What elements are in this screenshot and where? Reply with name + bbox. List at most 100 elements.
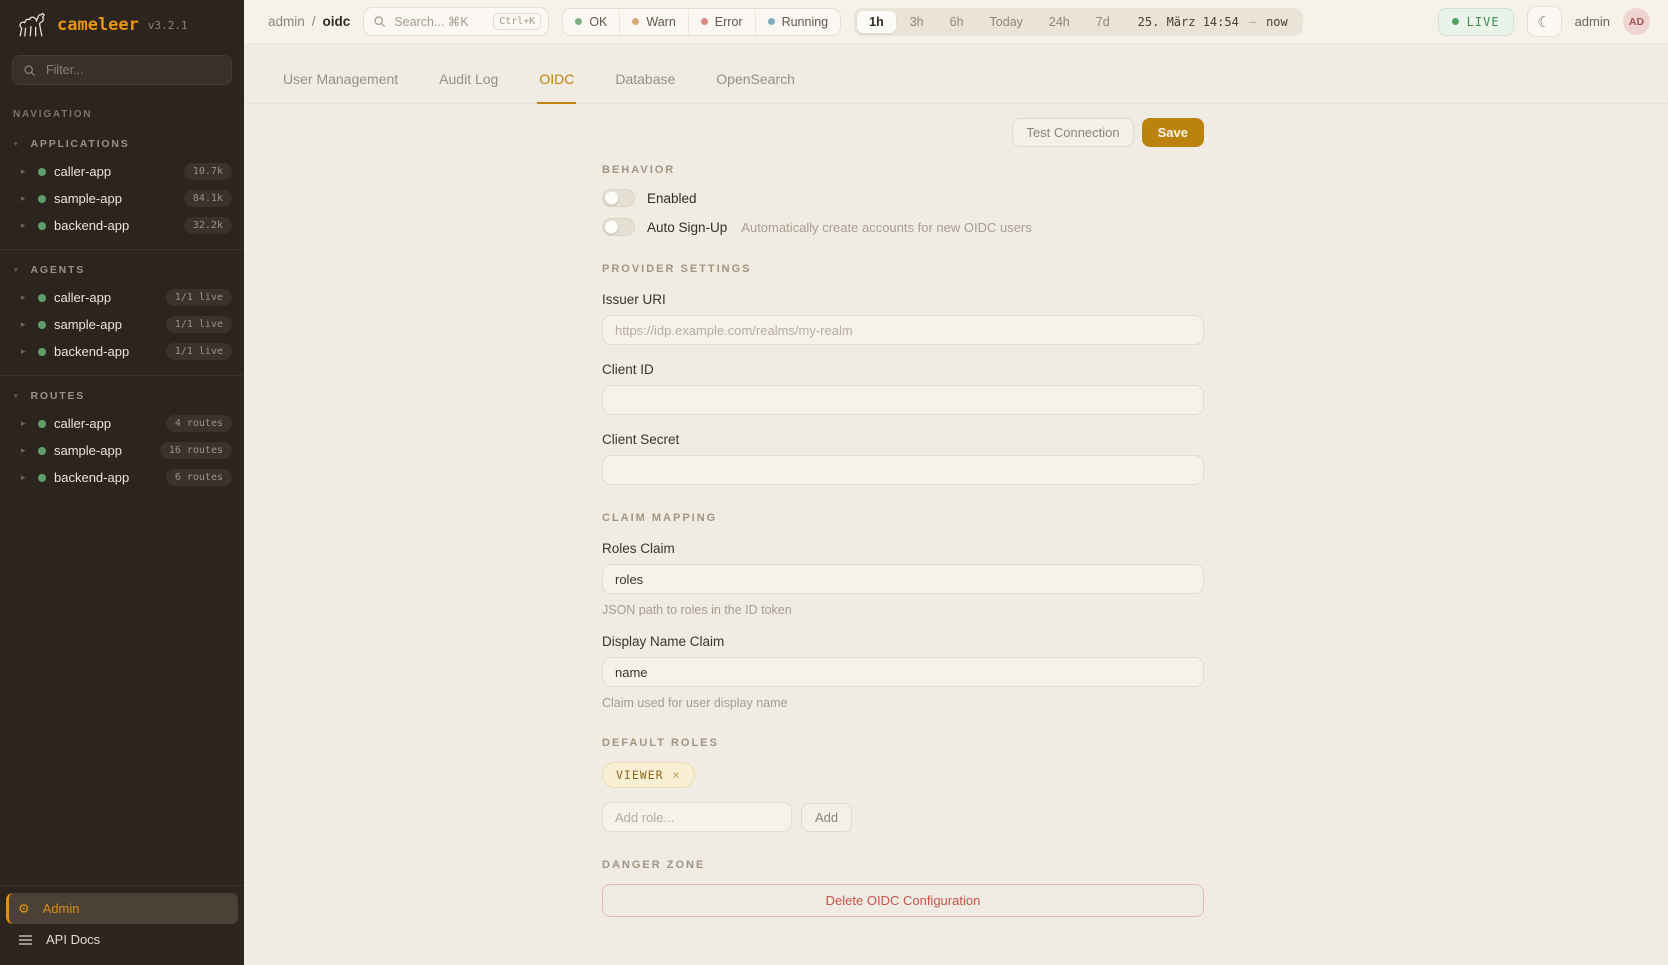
user-name: admin [1575,14,1610,29]
item-label: caller-app [54,416,158,431]
moon-icon: ☾ [1537,13,1550,31]
time-range-3h[interactable]: 3h [898,11,936,33]
toggle-knob [605,221,618,234]
sidebar-item-label: API Docs [46,932,100,947]
theme-toggle-button[interactable]: ☾ [1527,6,1562,37]
time-range-today[interactable]: Today [978,11,1035,33]
auto-signup-help: Automatically create accounts for new OI… [741,220,1031,235]
error-dot-icon [701,18,708,25]
tab-audit-log[interactable]: Audit Log [437,71,500,104]
sidebar-item-sample-app[interactable]: ▸ sample-app 84.1k [0,185,244,212]
sidebar-item-backend-app-routes[interactable]: ▸ backend-app 6 routes [0,464,244,491]
status-filter-error[interactable]: Error [688,9,755,35]
sidebar-item-admin[interactable]: ⚙ Admin [6,893,238,924]
item-badge: 1/1 live [166,343,232,360]
add-role-row: Add [602,802,1204,832]
default-roles-section-heading: DEFAULT ROLES [602,737,1204,749]
roles-claim-label: Roles Claim [602,541,1204,556]
tab-opensearch[interactable]: OpenSearch [714,71,797,104]
search-input[interactable] [392,14,487,30]
status-filter-warn[interactable]: Warn [619,9,687,35]
tab-oidc[interactable]: OIDC [537,71,576,104]
enabled-toggle[interactable] [602,189,635,207]
delete-oidc-configuration-button[interactable]: Delete OIDC Configuration [602,884,1204,917]
sidebar-item-sample-app-routes[interactable]: ▸ sample-app 16 routes [0,437,244,464]
app-title: cameleer [57,15,139,35]
sidebar-item-caller-app-routes[interactable]: ▸ caller-app 4 routes [0,410,244,437]
add-role-button[interactable]: Add [801,803,852,832]
status-dot [38,474,46,482]
breadcrumb-parent[interactable]: admin [268,14,305,29]
enabled-toggle-row: Enabled [602,189,1204,207]
sidebar-group-routes: ▾ ROUTES ▸ caller-app 4 routes ▸ sample-… [0,376,244,501]
time-start: 25. März 14:54 [1138,15,1239,29]
sidebar-item-label: Admin [43,901,80,916]
time-range-6h[interactable]: 6h [938,11,976,33]
time-range-7d[interactable]: 7d [1084,11,1122,33]
search-icon [373,15,386,28]
sidebar-item-caller-app-agent[interactable]: ▸ caller-app 1/1 live [0,284,244,311]
item-label: sample-app [54,191,176,206]
sidebar-group-agents: ▾ AGENTS ▸ caller-app 1/1 live ▸ sample-… [0,250,244,376]
app-version: v3.2.1 [148,19,188,32]
chevron-right-icon: ▸ [21,419,30,428]
status-dot [38,195,46,203]
claim-mapping-section-heading: CLAIM MAPPING [602,512,1204,524]
live-label: LIVE [1467,15,1500,29]
sidebar-item-backend-app[interactable]: ▸ backend-app 32.2k [0,212,244,239]
global-search[interactable]: Ctrl+K [363,7,549,36]
roles-claim-input[interactable] [602,564,1204,594]
sidebar-filter[interactable] [12,55,232,85]
group-header-routes[interactable]: ▾ ROUTES [0,384,244,410]
chevron-right-icon: ▸ [21,320,30,329]
client-id-input[interactable] [602,385,1204,415]
time-range-group: 1h 3h 6h Today 24h 7d 25. März 14:54 — n… [854,8,1303,36]
time-range-24h[interactable]: 24h [1037,11,1082,33]
group-header-agents[interactable]: ▾ AGENTS [0,258,244,284]
status-dot [38,168,46,176]
live-badge[interactable]: LIVE [1438,8,1514,36]
oidc-settings-panel: Test Connection Save BEHAVIOR Enabled Au… [244,105,1668,965]
item-badge: 4 routes [166,415,232,432]
auto-signup-toggle[interactable] [602,218,635,236]
group-header-applications[interactable]: ▾ APPLICATIONS [0,132,244,158]
issuer-uri-input[interactable] [602,315,1204,345]
status-filter-group: OK Warn Error Running [562,8,841,36]
camel-logo-icon [14,11,48,39]
add-role-input[interactable] [602,802,792,832]
avatar[interactable]: AD [1623,8,1650,35]
sidebar-item-api-docs[interactable]: API Docs [6,924,238,955]
time-range-1h[interactable]: 1h [857,11,896,33]
status-filter-running[interactable]: Running [755,9,841,35]
save-button[interactable]: Save [1142,118,1204,147]
auto-signup-label: Auto Sign-Up [647,220,727,235]
sidebar-item-sample-app-agent[interactable]: ▸ sample-app 1/1 live [0,311,244,338]
item-badge: 1/1 live [166,316,232,333]
status-dot [38,420,46,428]
chevron-right-icon: ▸ [21,473,30,482]
close-icon[interactable]: × [673,768,681,782]
time-separator: — [1249,15,1256,29]
role-chip-label: VIEWER [616,768,664,782]
tab-database[interactable]: Database [613,71,677,104]
display-name-claim-input[interactable] [602,657,1204,687]
sidebar-item-backend-app-agent[interactable]: ▸ backend-app 1/1 live [0,338,244,365]
status-filter-ok[interactable]: OK [563,9,619,35]
sidebar: cameleer v3.2.1 NAVIGATION ▾ APPLICATION… [0,0,244,965]
enabled-label: Enabled [647,191,697,206]
status-filter-label: Warn [646,15,675,29]
filter-input[interactable] [44,62,221,78]
client-secret-input[interactable] [602,455,1204,485]
sidebar-item-caller-app[interactable]: ▸ caller-app 10.7k [0,158,244,185]
chevron-down-icon: ▾ [14,393,18,400]
item-label: sample-app [54,443,152,458]
display-name-claim-help: Claim used for user display name [602,696,1204,710]
tab-user-management[interactable]: User Management [281,71,400,104]
sidebar-group-applications: ▾ APPLICATIONS ▸ caller-app 10.7k ▸ samp… [0,124,244,250]
warn-dot-icon [632,18,639,25]
client-id-label: Client ID [602,362,1204,377]
item-badge: 6 routes [166,469,232,486]
status-dot [38,348,46,356]
status-dot [38,222,46,230]
test-connection-button[interactable]: Test Connection [1012,118,1133,147]
